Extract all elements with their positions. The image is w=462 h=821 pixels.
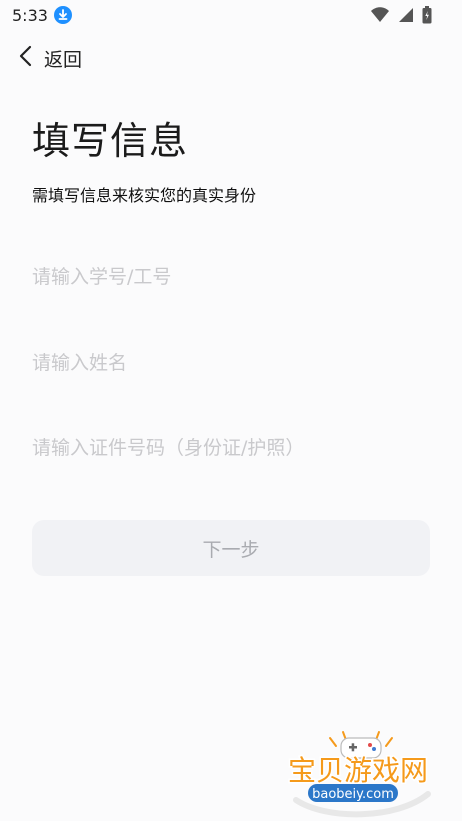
status-bar: 5:33 [0, 0, 462, 32]
page-subtitle: 需填写信息来核实您的真实身份 [32, 186, 257, 205]
name-input[interactable] [32, 341, 430, 385]
download-icon [54, 6, 72, 24]
wifi-icon [370, 7, 390, 27]
status-time: 5:33 [12, 6, 48, 25]
name-field-wrapper [32, 341, 430, 385]
back-label: 返回 [44, 48, 83, 71]
chevron-left-icon [18, 45, 34, 71]
id-number-field-wrapper [32, 426, 430, 470]
watermark-logo: 宝贝游戏网 baobeiy.com [286, 728, 436, 818]
back-button[interactable]: 返回 [18, 44, 82, 72]
status-icons [370, 6, 432, 28]
student-id-input[interactable] [32, 255, 430, 299]
signal-icon [398, 7, 414, 27]
watermark-url: baobeiy.com [312, 787, 394, 802]
battery-icon [422, 6, 432, 28]
watermark-brand-text: 宝贝游戏网 [288, 754, 428, 787]
id-number-input[interactable] [32, 426, 430, 470]
page-title: 填写信息 [32, 119, 189, 163]
next-button[interactable]: 下一步 [32, 520, 430, 576]
student-id-field-wrapper [32, 255, 430, 299]
